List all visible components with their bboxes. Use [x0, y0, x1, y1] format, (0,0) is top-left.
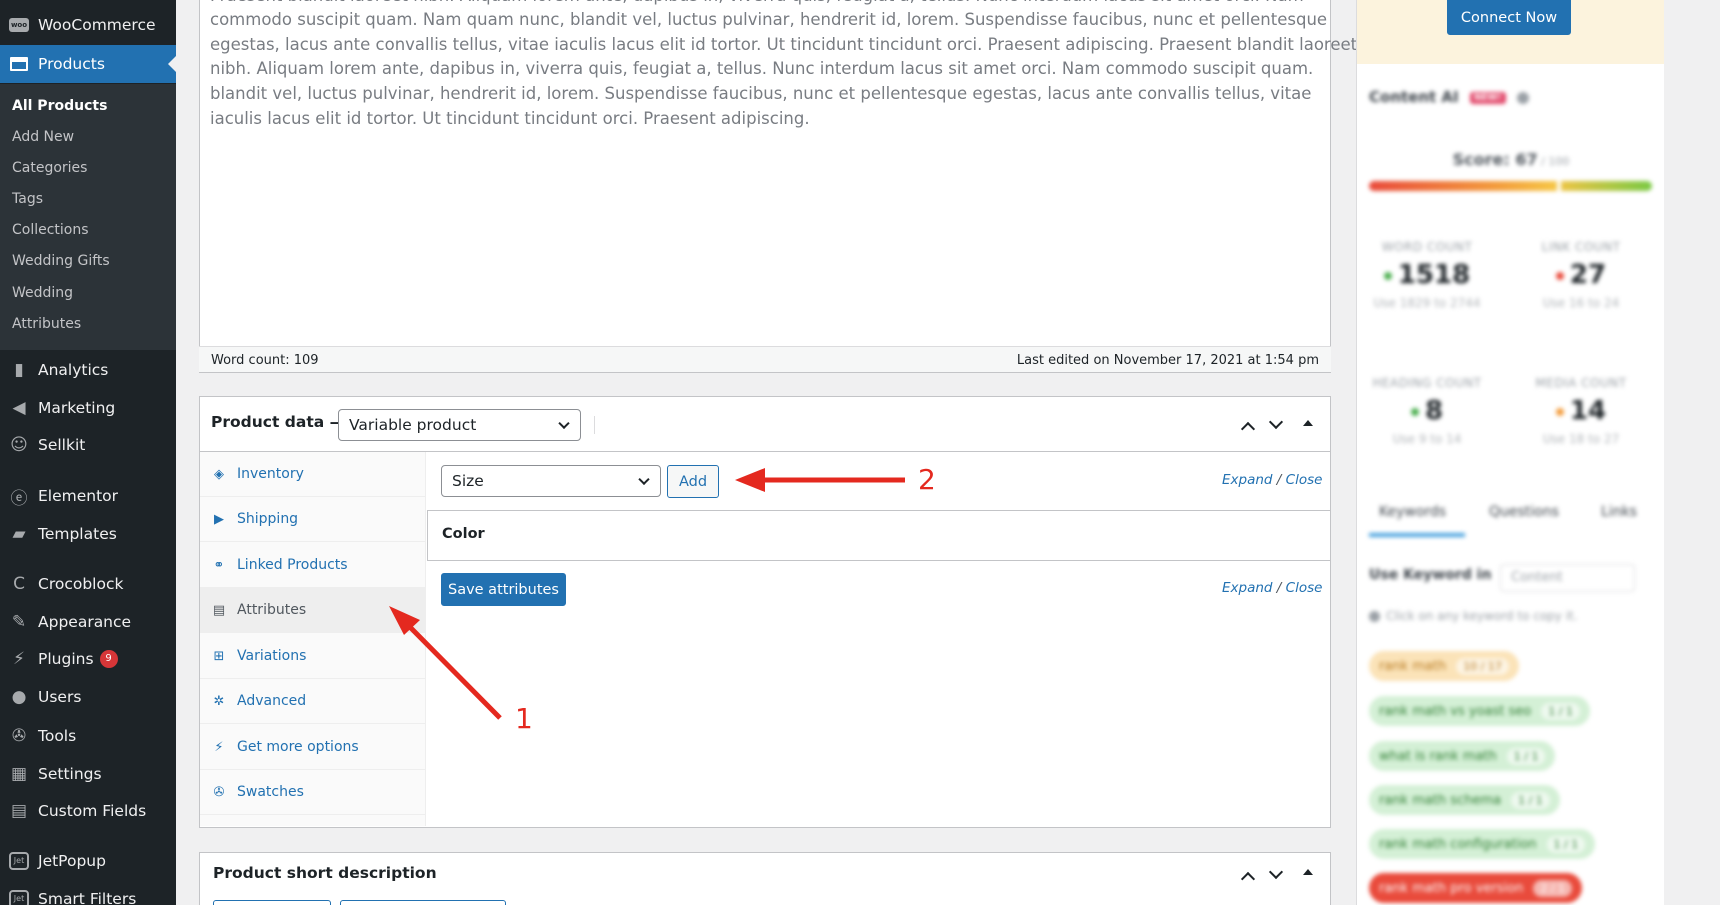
rank-math-tab-keywords[interactable]: Keywords [1379, 504, 1446, 520]
score-text: Score: 67 [1452, 150, 1538, 169]
keyword-pill[interactable]: rank math pro version 2 / 1 [1369, 873, 1583, 903]
content-ai-label: Content AI [1369, 88, 1459, 106]
annotation-number-1: 1 [515, 702, 533, 735]
stat-value: 8 [1357, 396, 1497, 426]
annotation-number-2: 2 [918, 463, 936, 496]
stat-heading-count: HEADING COUNT 8 Use 9 to 14 [1357, 376, 1497, 446]
rank-math-panel: Connect Now Content AI NEW! Score: 67 / … [1356, 0, 1664, 905]
stat-label: WORD COUNT [1381, 240, 1473, 254]
page-right-margin [1664, 0, 1720, 905]
score-label: Score: 67 / 100 [1357, 150, 1664, 169]
stat-word-count: WORD COUNT 1518 Use 1829 to 2744 [1357, 240, 1497, 310]
keyword-pill[interactable]: rank math configuration 1 / 1 [1369, 829, 1596, 859]
stat-hint: Use 9 to 14 [1392, 432, 1462, 446]
stat-link-count: LINK COUNT 27 Use 16 to 24 [1511, 240, 1651, 310]
keyword-pill[interactable]: rank math vs yoast seo 1 / 1 [1369, 696, 1590, 726]
arrow-2-head [735, 468, 765, 492]
score-total: / 100 [1537, 155, 1570, 168]
keyword-pill[interactable]: rank math 10 / 17 [1369, 651, 1519, 681]
short-desc-toolbar-button[interactable] [340, 900, 506, 905]
stat-label: MEDIA COUNT [1535, 376, 1627, 390]
rank-math-tab-links[interactable]: Links [1601, 504, 1637, 520]
rank-math-blurred-content: Content AI NEW! Score: 67 / 100 WORD COU… [1357, 0, 1664, 905]
new-badge: NEW! [1469, 91, 1506, 104]
content-select-value: Content [1511, 570, 1563, 585]
stat-hint: Use 16 to 24 [1542, 296, 1620, 310]
stat-value: 14 [1511, 396, 1651, 426]
arrow-1 [401, 618, 502, 720]
help-icon [1516, 91, 1529, 104]
stat-value: 27 [1511, 260, 1651, 290]
score-marker [1556, 179, 1561, 193]
stat-label: HEADING COUNT [1372, 376, 1482, 390]
stat-value: 1518 [1357, 260, 1497, 290]
short-description-title: Product short description [213, 864, 437, 882]
keyword-pill[interactable]: rank math schema 1 / 1 [1369, 785, 1560, 815]
use-keyword-in-label: Use Keyword in [1369, 567, 1492, 583]
copy-hint: Click on any keyword to copy it. [1369, 609, 1578, 623]
keyword-pill[interactable]: what is rank math 1 / 1 [1369, 741, 1556, 771]
rank-math-tab-questions[interactable]: Questions [1489, 504, 1559, 520]
content-select[interactable]: Content [1500, 564, 1635, 592]
score-bar [1369, 181, 1652, 191]
stat-media-count: MEDIA COUNT 14 Use 18 to 27 [1511, 376, 1651, 446]
stat-label: LINK COUNT [1541, 240, 1621, 254]
toggle-panel-icon[interactable] [1303, 869, 1313, 875]
short-desc-toolbar-button[interactable] [213, 900, 331, 905]
stat-hint: Use 18 to 27 [1542, 432, 1620, 446]
content-ai-heading: Content AI NEW! [1369, 88, 1529, 106]
stat-hint: Use 1829 to 2744 [1373, 296, 1481, 310]
